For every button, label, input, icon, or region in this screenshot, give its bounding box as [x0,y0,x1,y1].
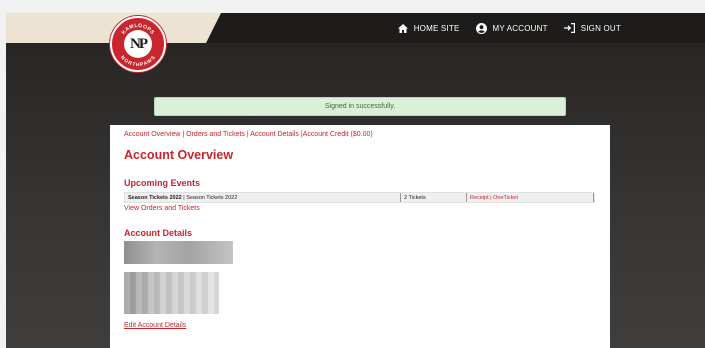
home-site-link[interactable]: HOME SITE [397,23,460,33]
subnav-separator: | [182,131,185,138]
event-name-bold: Season Tickets 2022 [128,194,182,201]
event-actions-cell: Receipt | OneTicket [467,193,594,202]
account-details-heading: Account Details [124,228,193,238]
subnav-orders-and-tickets[interactable]: Orders and Tickets [186,131,245,138]
ticket-quantity-cell: 2 Tickets [401,193,467,202]
sign-out-icon [563,23,575,33]
account-subnav: Account Overview | Orders and Tickets | … [124,131,596,138]
logo-letters: NP [130,35,148,52]
sign-out-link[interactable]: SIGN OUT [563,23,621,33]
event-name-detail: | Season Tickets 2022 [181,194,238,201]
subnav-separator: | [246,131,249,138]
subnav-account-credit[interactable]: Account Credit ($0.00) [303,131,373,138]
ticket-quantity: 2 Tickets [404,194,426,201]
redacted-account-address [124,272,219,314]
event-name-cell: Season Tickets 2022 | Season Tickets 202… [125,193,401,202]
my-account-label: MY ACCOUNT [492,23,548,33]
page-title: Account Overview [124,148,234,162]
logo-badge: NP [124,30,152,58]
home-icon [397,23,408,33]
redacted-account-name [124,241,233,264]
browser-viewport: HOME SITE MY ACCOUNT SIGN OUT KAMLOOPS N… [6,13,705,348]
my-account-link[interactable]: MY ACCOUNT [475,22,548,34]
home-site-label: HOME SITE [413,23,460,33]
team-logo[interactable]: KAMLOOPS NORTHPAWS NP [110,16,166,72]
subnav-account-overview[interactable]: Account Overview [124,131,180,138]
receipt-link[interactable]: Receipt [470,195,489,201]
table-row: Season Tickets 2022 | Season Tickets 202… [124,192,595,203]
upcoming-events-heading: Upcoming Events [124,178,201,188]
subnav-account-details[interactable]: Account Details [250,131,299,138]
header-nav: HOME SITE MY ACCOUNT SIGN OUT [397,13,621,43]
flash-success-message: Signed in successfully. [154,97,566,116]
sign-out-label: SIGN OUT [580,23,621,33]
account-icon [475,22,487,34]
flash-message-text: Signed in successfully. [324,103,396,110]
oneticket-link[interactable]: OneTicket [493,195,518,201]
edit-account-details-link[interactable]: Edit Account Details [124,322,186,329]
account-panel: Account Overview | Orders and Tickets | … [110,125,610,348]
view-orders-link[interactable]: View Orders and Tickets [124,205,596,212]
